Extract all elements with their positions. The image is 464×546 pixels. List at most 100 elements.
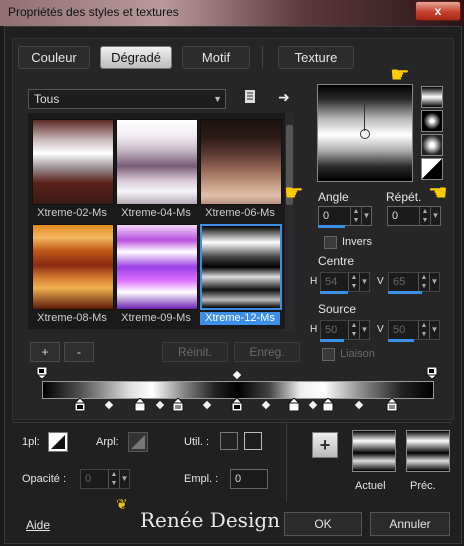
linear-style-icon[interactable] bbox=[421, 86, 443, 108]
opacity-value: 0 bbox=[85, 473, 92, 485]
reset-button[interactable]: Réinit. bbox=[162, 342, 228, 362]
library-icon[interactable] bbox=[244, 89, 257, 104]
tab-motif[interactable]: Motif bbox=[182, 46, 250, 69]
source-h-stepper[interactable]: ▲ ▼ bbox=[348, 321, 359, 339]
gradient-item[interactable]: Xtreme-08-Ms bbox=[32, 224, 114, 325]
opacity-dropdown-icon[interactable]: ▼ bbox=[119, 470, 129, 488]
rectangular-style-icon[interactable] bbox=[421, 110, 443, 132]
color-stop[interactable] bbox=[73, 397, 87, 415]
gradient-label: Xtreme-08-Ms bbox=[37, 312, 107, 324]
arpl-icon[interactable] bbox=[128, 432, 148, 452]
opacity-stepper[interactable]: ▲ ▼ bbox=[108, 470, 119, 488]
arrow-right-icon[interactable]: ➜ bbox=[278, 89, 292, 105]
center-h-input[interactable]: 54 ▲ ▼ ▼ bbox=[320, 272, 370, 292]
current-swatch[interactable] bbox=[352, 430, 396, 472]
angle-dropdown-icon[interactable]: ▼ bbox=[361, 207, 371, 225]
link-checkbox[interactable] bbox=[322, 348, 335, 361]
save-button[interactable]: Enreg. bbox=[234, 342, 300, 362]
location-value: 0 bbox=[235, 473, 242, 485]
tab-couleur[interactable]: Couleur bbox=[18, 46, 90, 69]
repeat-dropdown-icon[interactable]: ▼ bbox=[430, 207, 440, 225]
divider bbox=[286, 422, 287, 502]
background-color-swatch[interactable] bbox=[244, 432, 262, 450]
angle-label: Angle bbox=[318, 190, 349, 204]
pointing-hand-icon: ☛ bbox=[428, 180, 448, 205]
center-h-dropdown-icon[interactable]: ▼ bbox=[359, 273, 369, 291]
divider bbox=[12, 422, 452, 423]
gradient-label: Xtreme-09-Ms bbox=[121, 312, 191, 324]
color-stop[interactable] bbox=[133, 397, 147, 415]
center-h-stepper[interactable]: ▲ ▼ bbox=[348, 273, 359, 291]
chevron-down-icon: ▼ bbox=[213, 94, 222, 104]
center-v-label: V bbox=[377, 276, 384, 287]
center-h-label: H bbox=[310, 276, 318, 287]
gradient-item[interactable]: Xtreme-06-Ms bbox=[200, 119, 282, 220]
color-stop[interactable] bbox=[287, 397, 301, 415]
stop-type-icon[interactable] bbox=[48, 432, 68, 452]
tab-divider bbox=[262, 46, 263, 68]
preview-center-handle[interactable] bbox=[360, 129, 370, 139]
color-stop[interactable] bbox=[321, 397, 335, 415]
source-v-dropdown-icon[interactable]: ▼ bbox=[429, 321, 439, 339]
add-to-swatches-button[interactable]: + bbox=[312, 432, 338, 458]
center-v-input[interactable]: 65 ▲ ▼ ▼ bbox=[388, 272, 440, 292]
opacity-input[interactable]: 0 ▲ ▼ ▼ bbox=[80, 469, 130, 489]
pointing-hand-icon: ☛ bbox=[390, 62, 410, 87]
location-input[interactable]: 0 bbox=[230, 469, 268, 489]
radial-style-icon[interactable] bbox=[421, 134, 443, 156]
center-label: Centre bbox=[318, 254, 355, 268]
source-h-input[interactable]: 50 ▲ ▼ ▼ bbox=[320, 320, 370, 340]
angle-stepper[interactable]: ▲ ▼ bbox=[350, 207, 361, 225]
gradient-item-selected[interactable]: Xtreme-12-Ms bbox=[200, 224, 282, 325]
gradient-label: Xtreme-02-Ms bbox=[37, 207, 107, 219]
foreground-color-swatch[interactable] bbox=[220, 432, 238, 450]
center-v-dropdown-icon[interactable]: ▼ bbox=[429, 273, 439, 291]
current-label: Actuel bbox=[355, 480, 386, 492]
top-stop-right[interactable] bbox=[425, 366, 439, 382]
help-link[interactable]: Aide bbox=[26, 518, 50, 532]
color-stop[interactable] bbox=[171, 397, 185, 415]
gradient-grid: Xtreme-02-Ms Xtreme-04-Ms Xtreme-06-Ms X… bbox=[28, 113, 286, 329]
source-h-label: H bbox=[310, 324, 318, 335]
add-gradient-button[interactable]: + bbox=[30, 342, 60, 362]
gradient-label: Xtreme-04-Ms bbox=[121, 207, 191, 219]
close-button[interactable]: x bbox=[415, 1, 461, 21]
gradient-label: Xtreme-06-Ms bbox=[205, 207, 275, 219]
angle-input[interactable]: 0 ▲ ▼ ▼ bbox=[318, 206, 372, 226]
previous-swatch[interactable] bbox=[406, 430, 450, 472]
cancel-button[interactable]: Annuler bbox=[370, 512, 450, 536]
angle-slider[interactable] bbox=[318, 225, 345, 228]
source-h-slider[interactable] bbox=[320, 339, 344, 342]
repeat-input[interactable]: 0 ▲ ▼ ▼ bbox=[387, 206, 441, 226]
gradient-item[interactable]: Xtreme-02-Ms bbox=[32, 119, 114, 220]
sunburst-style-icon[interactable] bbox=[421, 158, 443, 180]
gradient-item[interactable]: Xtreme-09-Ms bbox=[116, 224, 198, 325]
tab-texture[interactable]: Texture bbox=[278, 46, 354, 69]
tab-degrade[interactable]: Dégradé bbox=[100, 46, 172, 69]
invert-checkbox[interactable] bbox=[324, 236, 337, 249]
center-v-slider[interactable] bbox=[388, 291, 422, 294]
source-v-label: V bbox=[377, 324, 384, 335]
center-v-stepper[interactable]: ▲ ▼ bbox=[418, 273, 429, 291]
pointing-hand-icon: ☛ bbox=[284, 180, 304, 205]
source-v-slider[interactable] bbox=[388, 339, 414, 342]
gradient-item[interactable]: Xtreme-04-Ms bbox=[116, 119, 198, 220]
color-stop[interactable] bbox=[385, 397, 399, 415]
source-v-stepper[interactable]: ▲ ▼ bbox=[418, 321, 429, 339]
remove-gradient-button[interactable]: - bbox=[64, 342, 94, 362]
gradient-preview[interactable] bbox=[317, 84, 413, 182]
center-h-slider[interactable] bbox=[320, 291, 348, 294]
previous-label: Préc. bbox=[410, 480, 436, 492]
ok-button[interactable]: OK bbox=[284, 512, 362, 536]
top-stop-left[interactable] bbox=[35, 366, 49, 382]
link-label: Liaison bbox=[340, 348, 375, 360]
color-stop[interactable] bbox=[230, 397, 244, 415]
gradient-bar[interactable] bbox=[42, 381, 434, 399]
source-v-input[interactable]: 50 ▲ ▼ ▼ bbox=[388, 320, 440, 340]
center-h-value: 54 bbox=[325, 276, 338, 288]
gradient-swatch bbox=[32, 119, 114, 205]
location-label: Empl. : bbox=[184, 473, 219, 485]
repeat-stepper[interactable]: ▲ ▼ bbox=[419, 207, 430, 225]
category-dropdown[interactable]: Tous ▼ bbox=[28, 89, 226, 109]
source-h-dropdown-icon[interactable]: ▼ bbox=[359, 321, 369, 339]
